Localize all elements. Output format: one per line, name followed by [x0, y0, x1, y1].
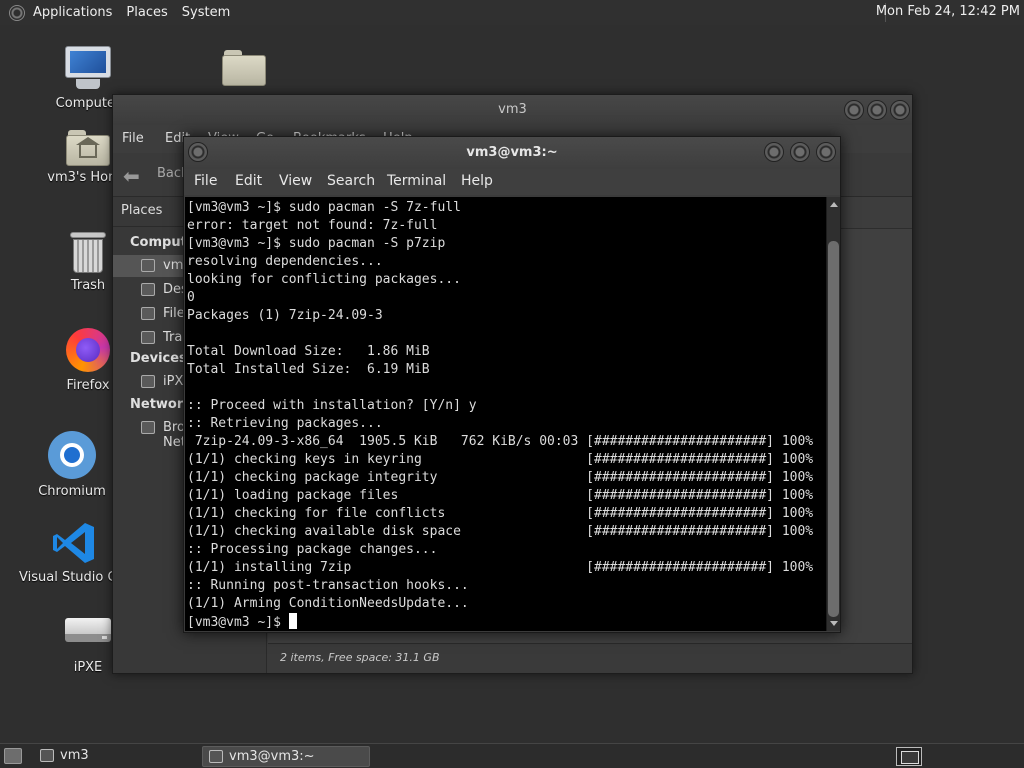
- terminal-line: :: Running post-transaction hooks...: [187, 578, 469, 593]
- terminal-line: (1/1) checking for file conflicts [#####…: [187, 506, 814, 521]
- text-cursor: [288, 613, 297, 629]
- menu-file[interactable]: File: [194, 173, 217, 189]
- close-button[interactable]: [890, 100, 910, 120]
- computer-icon: [64, 46, 112, 92]
- drive-icon: [141, 375, 155, 388]
- terminal-prompt-line[interactable]: [vm3@vm3 ~]$: [187, 613, 827, 631]
- window-title: vm3: [498, 102, 527, 117]
- terminal-line: (1/1) installing 7zip [#################…: [187, 560, 814, 575]
- menu-terminal[interactable]: Terminal: [387, 173, 446, 189]
- clock[interactable]: Mon Feb 24, 12:42 PM: [876, 4, 1020, 19]
- bottom-panel: vm3 vm3@vm3:~: [0, 743, 1024, 768]
- terminal-titlebar[interactable]: vm3@vm3:~: [184, 137, 840, 169]
- filesystem-icon: [141, 307, 155, 320]
- taskbar-item-label: vm3@vm3:~: [229, 749, 315, 764]
- taskbar-item-file-manager[interactable]: vm3: [34, 746, 194, 767]
- terminal-line: (1/1) Arming ConditionNeedsUpdate...: [187, 596, 469, 611]
- taskbar-item-terminal[interactable]: vm3@vm3:~: [202, 746, 370, 767]
- home-icon: [141, 259, 155, 272]
- window-title: vm3@vm3:~: [466, 145, 558, 160]
- terminal-line: resolving dependencies...: [187, 254, 383, 269]
- status-bar: 2 items, Free space: 31.1 GB: [268, 643, 912, 673]
- firefox-icon: [64, 326, 112, 374]
- show-desktop-icon[interactable]: [4, 748, 22, 764]
- terminal-line: (1/1) checking keys in keyring [########…: [187, 452, 814, 467]
- terminal-window: vm3@vm3:~ File Edit View Search Terminal…: [183, 136, 841, 633]
- close-button[interactable]: [816, 142, 836, 162]
- file-manager-titlebar[interactable]: vm3: [113, 95, 912, 125]
- desktop-icon-folder[interactable]: [184, 48, 304, 90]
- trash-icon: [68, 230, 108, 274]
- scroll-up-icon[interactable]: [830, 202, 838, 207]
- terminal-line: 0: [187, 290, 195, 305]
- terminal-line: looking for conflicting packages...: [187, 272, 461, 287]
- terminal-line: Total Download Size: 1.86 MiB: [187, 344, 430, 359]
- terminal-scrollbar[interactable]: [826, 197, 840, 631]
- menu-edit[interactable]: Edit: [235, 173, 262, 189]
- home-folder-icon: [66, 128, 110, 166]
- menu-file[interactable]: File: [122, 131, 144, 146]
- taskbar-item-label: vm3: [60, 748, 89, 763]
- terminal-line: Packages (1) 7zip-24.09-3: [187, 308, 383, 323]
- terminal-line: 7zip-24.09-3-x86_64 1905.5 KiB 762 KiB/s…: [187, 434, 814, 449]
- terminal-line: (1/1) checking package integrity [######…: [187, 470, 814, 485]
- menu-search[interactable]: Search: [327, 173, 375, 189]
- terminal-icon: [209, 750, 223, 763]
- maximize-button[interactable]: [790, 142, 810, 162]
- minimize-button[interactable]: [844, 100, 864, 120]
- terminal-menubar: File Edit View Search Terminal Help: [184, 169, 840, 195]
- desktop-icon: [141, 283, 155, 296]
- menu-view[interactable]: View: [279, 173, 312, 189]
- back-arrow-icon[interactable]: ⬅: [123, 164, 140, 188]
- home-folder-icon: [40, 749, 54, 762]
- distro-logo-icon[interactable]: [9, 4, 25, 21]
- menu-applications[interactable]: Applications: [33, 5, 112, 20]
- window-menu-button[interactable]: [188, 142, 208, 162]
- menu-system[interactable]: System: [182, 5, 230, 20]
- scroll-down-icon[interactable]: [830, 621, 838, 626]
- terminal-line: :: Processing package changes...: [187, 542, 438, 557]
- folder-icon: [222, 48, 266, 86]
- terminal-line: :: Proceed with installation? [Y/n] y: [187, 398, 477, 413]
- drive-icon: [65, 618, 111, 646]
- terminal-output[interactable]: [vm3@vm3 ~]$ sudo pacman -S 7z-full error…: [185, 197, 827, 631]
- maximize-button[interactable]: [867, 100, 887, 120]
- terminal-line: (1/1) loading package files [###########…: [187, 488, 814, 503]
- top-panel: Applications Places System Mon Feb 24, 1…: [0, 0, 1024, 25]
- terminal-line: error: target not found: 7z-full: [187, 218, 438, 233]
- workspace-switcher[interactable]: [896, 747, 922, 766]
- terminal-line: [vm3@vm3 ~]$ sudo pacman -S 7z-full: [187, 200, 461, 215]
- terminal-prompt: [vm3@vm3 ~]$: [187, 615, 289, 630]
- trash-icon: [141, 331, 155, 344]
- terminal-line: (1/1) checking available disk space [###…: [187, 524, 814, 539]
- minimize-button[interactable]: [764, 142, 784, 162]
- menu-places[interactable]: Places: [126, 5, 167, 20]
- sidebar-heading-devices: Devices: [130, 351, 187, 366]
- vscode-icon: [51, 520, 97, 566]
- menu-help[interactable]: Help: [461, 173, 493, 189]
- terminal-line: [vm3@vm3 ~]$ sudo pacman -S p7zip: [187, 236, 446, 251]
- terminal-line: :: Retrieving packages...: [187, 416, 383, 431]
- scrollbar-thumb[interactable]: [828, 241, 839, 617]
- network-icon: [141, 421, 155, 434]
- chromium-icon: [47, 430, 97, 480]
- terminal-line: Total Installed Size: 6.19 MiB: [187, 362, 430, 377]
